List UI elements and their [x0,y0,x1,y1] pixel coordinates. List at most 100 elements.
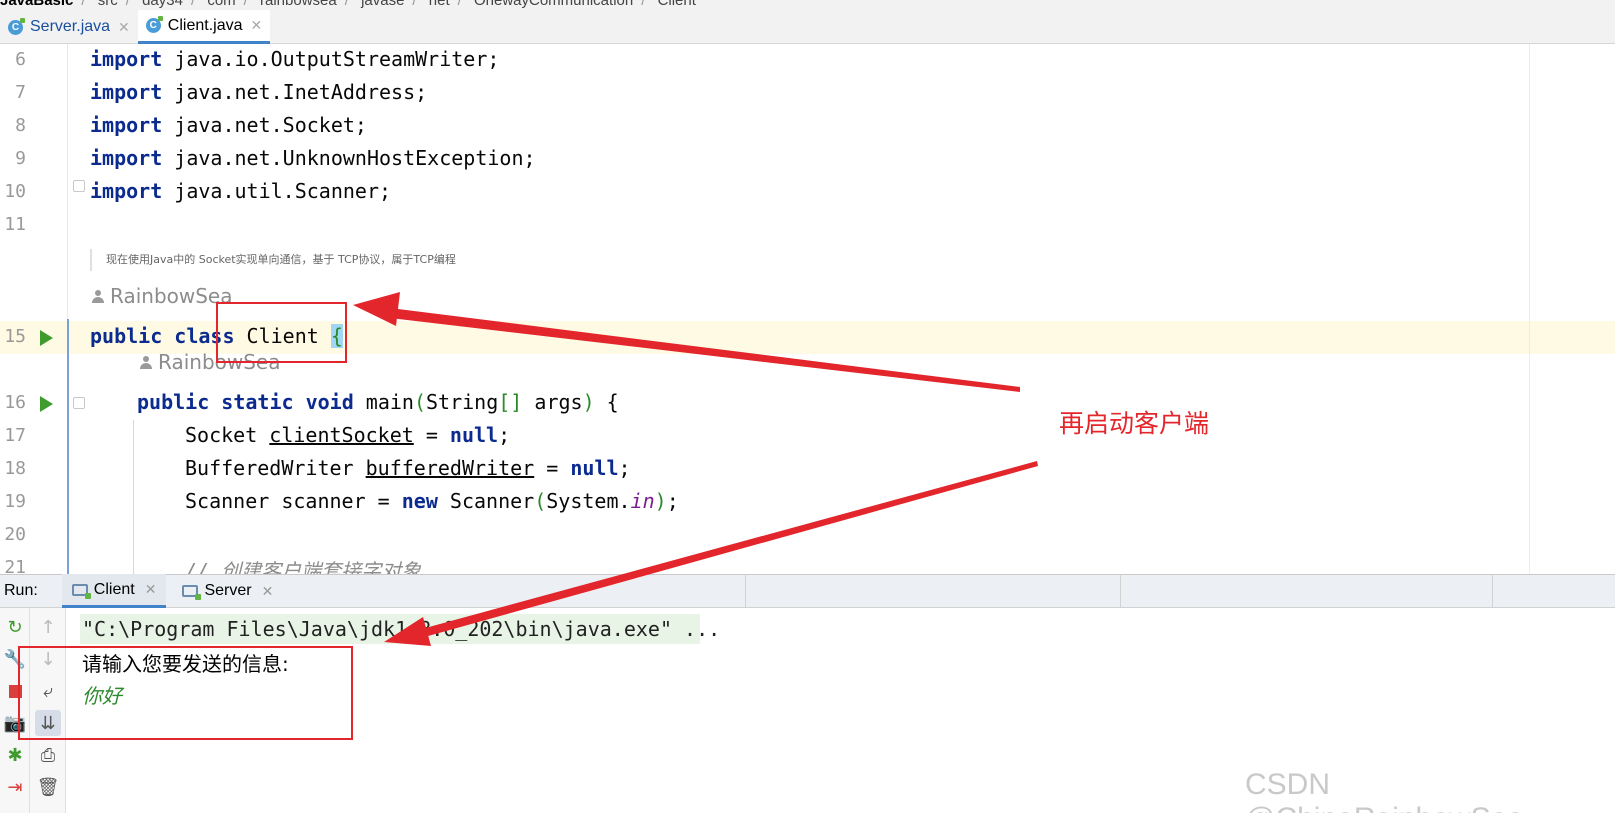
breadcrumb-item[interactable]: net [429,0,450,9]
breadcrumb-item[interactable]: src [98,0,118,9]
code-line: 9 import java.net.UnknownHostException; [0,143,1615,176]
soft-wrap-icon[interactable]: ⤶ [35,678,61,704]
run-toolbar-right: ↑ ↓ ⤶ ⇊ ⎙ 🗑 [30,608,66,813]
run-tab-label: Client [93,580,135,598]
console-user-input: 你好 [82,684,122,708]
run-tab-client[interactable]: Client ✕ [61,574,167,608]
arrow-up-icon[interactable]: ↑ [35,614,61,640]
person-icon [140,356,152,369]
run-tab-server[interactable]: Server ✕ [172,574,283,608]
run-gutter-icon[interactable] [40,330,53,346]
code-line: 11 [0,209,1615,242]
java-class-icon: C [145,16,163,33]
code-line: 21 // 创建客户端套接字对象 [0,552,1615,574]
close-icon[interactable]: ✕ [250,17,262,34]
code-text: java.net.UnknownHostException; [162,146,536,170]
code-line: 18 BufferedWriter bufferedWriter = null; [0,453,1615,486]
run-gutter-icon[interactable] [40,396,53,412]
code-line: 8 import java.net.Socket; [0,110,1615,143]
code-line: 6 import java.io.OutputStreamWriter; [0,44,1615,77]
line-number: 7 [15,82,26,103]
breadcrumb-item[interactable]: JavaBasic [0,0,73,9]
line-number: 8 [15,115,26,136]
keyword: import [90,113,163,137]
run-panel-header: Run: Client ✕ Server ✕ [0,574,1615,608]
brace: { [606,390,619,414]
breadcrumb-item[interactable]: OnewayCommunication [474,0,633,9]
code-text: java.util.Scanner; [162,179,392,203]
print-icon[interactable]: ⎙ [35,742,61,768]
exit-icon[interactable]: ⇥ [2,774,28,800]
header-divider [1120,574,1121,608]
annotation-label: 再启动客户端 [1059,409,1210,438]
line-number: 18 [4,458,26,479]
keyword: import [90,179,163,203]
code-line: 19 Scanner scanner = new Scanner(System.… [0,486,1615,519]
author-hint[interactable]: RainbowSea [140,350,281,374]
keyword: import [90,146,163,170]
line-number: 16 [4,392,26,413]
class-name: Client [246,324,319,348]
run-tab-label: Server [204,582,252,599]
line-number: 17 [4,425,26,446]
header-divider [1492,574,1493,608]
line-number: 11 [4,214,26,235]
run-toolbar-left: ↻ 🔧 📷 ✱ ⇥ [0,608,30,813]
line-number: 21 [4,557,26,574]
code-text: java.io.OutputStreamWriter; [162,47,500,71]
rerun-icon[interactable]: ↻ [2,614,28,640]
close-icon[interactable]: ✕ [145,581,157,598]
editor-tab-bar: C Server.java ✕ C Client.java ✕ [0,10,1615,44]
scroll-to-end-icon[interactable]: ⇊ [35,710,61,736]
code-text: java.net.Socket; [162,113,367,137]
arrow-down-icon[interactable]: ↓ [35,646,61,672]
rendered-doc-comment: 现在使用Java中的 Socket实现单向通信，基于 TCP协议，属于TCP编程 [90,249,850,271]
keyword: public static void [137,390,354,414]
breadcrumb-item[interactable]: Client [658,0,696,9]
code-line: 7 import java.net.InetAddress; [0,77,1615,110]
author-hint[interactable]: RainbowSea [92,284,233,308]
breadcrumb-item[interactable]: javase [361,0,404,9]
trash-icon[interactable]: 🗑 [35,774,61,800]
tab-server-java[interactable]: C Server.java ✕ [0,10,138,44]
line-number: 19 [4,491,26,512]
debug-bug-icon[interactable]: ✱ [2,742,28,768]
header-divider [745,574,746,608]
code-editor[interactable]: 6 import java.io.OutputStreamWriter; 7 i… [0,44,1615,574]
breadcrumb-item[interactable]: day34 [142,0,183,9]
tab-label: Client.java [167,16,243,34]
console-prompt: 请输入您要发送的信息: [82,652,289,676]
keyword: import [90,47,163,71]
fold-marker-icon[interactable] [73,180,85,192]
variable: clientSocket [269,423,414,447]
matched-brace: { [330,324,343,348]
tab-label: Server.java [30,18,111,35]
author-name: RainbowSea [110,284,233,308]
breadcrumb-item[interactable]: com [207,0,235,9]
code-line: 20 [0,519,1615,552]
code-line-main: 16 public static void main(String[] args… [0,387,1615,420]
wrench-icon[interactable]: 🔧 [2,646,28,672]
line-number: 15 [4,326,26,347]
breadcrumb: JavaBasic / src / day34/ com / rainbowsea / … [0,0,1615,10]
tab-client-java[interactable]: C Client.java ✕ [137,10,271,44]
close-icon[interactable]: ✕ [118,19,130,36]
code-line: 10 import java.util.Scanner; [0,176,1615,209]
code-line: 17 Socket clientSocket = null; [0,420,1615,453]
stop-icon[interactable] [2,678,28,704]
line-number: 20 [4,524,26,545]
method-name: main [365,390,414,414]
console-command-line[interactable]: "C:\Program Files\Java\jdk1.8.0_202\bin\… [80,614,720,644]
variable: bufferedWriter [365,456,535,480]
fold-marker-icon[interactable] [73,397,85,409]
code-text: java.net.InetAddress; [162,80,428,104]
code-comment: // 创建客户端套接字对象 [185,559,422,574]
watermark: CSDN @ChinaRainbowSea [1245,768,1524,813]
close-icon[interactable]: ✕ [262,583,274,600]
author-name: RainbowSea [158,350,281,374]
keyword: public class [90,324,235,348]
line-number: 6 [15,49,26,70]
breadcrumb-item[interactable]: rainbowsea [260,0,337,9]
camera-icon[interactable]: 📷 [2,710,28,736]
run-label: Run: [4,582,38,599]
